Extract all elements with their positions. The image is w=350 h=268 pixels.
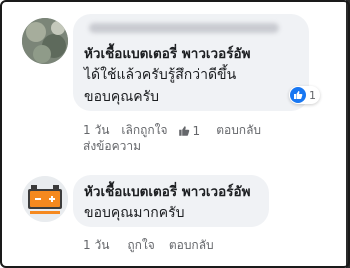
- like-icon: [290, 87, 306, 103]
- mention-link[interactable]: หัวเชื้อแบตเตอรี่ พาวเวอร์อัพ: [84, 45, 250, 63]
- reply-button[interactable]: ตอบกลับ: [169, 236, 214, 255]
- reaction-badge[interactable]: 1: [289, 86, 320, 104]
- comment-bubble: หัวเชื้อแบตเตอรี่ พาวเวอร์อัพ ขอบคุณมากค…: [73, 175, 269, 227]
- reply-button[interactable]: ตอบกลับ: [216, 121, 261, 140]
- comment-text-line: ขอบคุณมากครับ: [84, 205, 185, 221]
- send-message-row: ส่งข้อความ: [83, 137, 153, 156]
- redacted-author-name[interactable]: [89, 23, 279, 33]
- reaction-count: 1: [309, 88, 316, 102]
- thumbs-up-icon: [178, 125, 189, 136]
- comment-text-line: ขอบคุณครับ: [84, 89, 159, 105]
- comment-text-line: ได้ใช้แล้วครับรู้สึกว่าดีขึ้น: [84, 67, 237, 83]
- page-avatar[interactable]: [22, 176, 68, 222]
- timestamp[interactable]: 1 วัน: [83, 236, 109, 255]
- avatar[interactable]: [22, 18, 68, 64]
- like-count: 1: [192, 123, 201, 138]
- comment-author[interactable]: หัวเชื้อแบตเตอรี่ พาวเวอร์อัพ: [84, 183, 250, 201]
- send-message-button[interactable]: ส่งข้อความ: [83, 137, 141, 156]
- window-edge: [346, 0, 350, 268]
- comment-actions: 1 วัน ถูกใจ ตอบกลับ: [83, 236, 214, 255]
- user-photo-icon: [22, 18, 68, 64]
- battery-logo: [22, 176, 68, 222]
- comment-bubble: หัวเชื้อแบตเตอรี่ พาวเวอร์อัพ ได้ใช้แล้ว…: [73, 14, 309, 111]
- like-button[interactable]: ถูกใจ: [127, 236, 154, 255]
